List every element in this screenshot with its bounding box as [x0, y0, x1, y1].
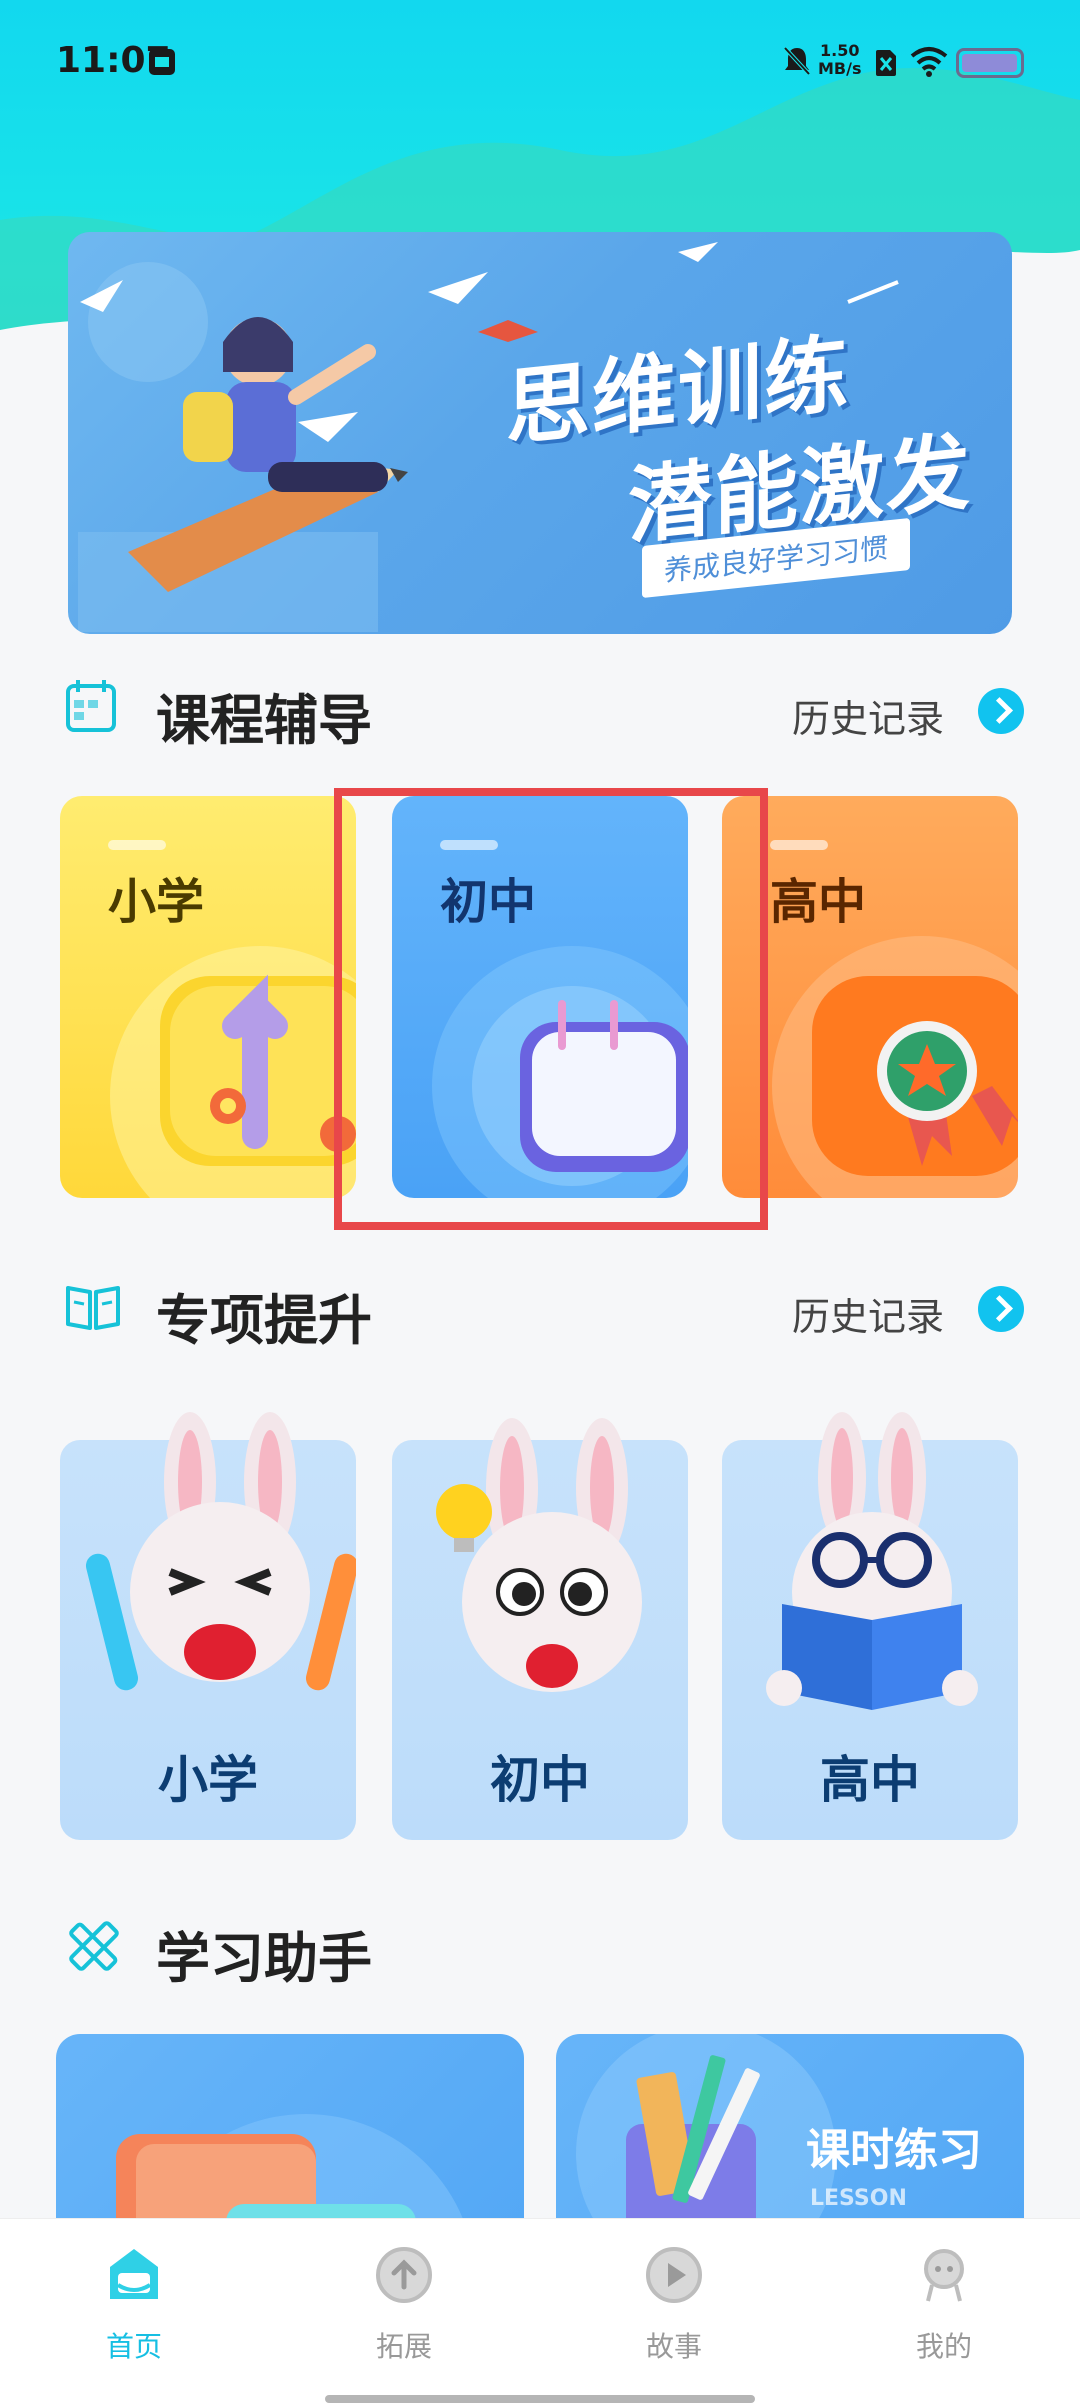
special-card-primary[interactable]: 小学 — [60, 1412, 356, 1840]
laughing-rabbit-icon — [85, 1412, 356, 1691]
assistant-section-title: 学习助手 — [156, 1927, 372, 1990]
network-speed: 1.50 MB/s — [818, 42, 861, 78]
growth-arrow-icon — [110, 946, 356, 1198]
tab-profile[interactable]: 我的 — [844, 2245, 1044, 2365]
special-card-label: 高中 — [820, 1751, 920, 1809]
course-history-arrow-icon[interactable] — [978, 688, 1024, 734]
special-section-title: 专项提升 — [156, 1289, 372, 1352]
special-card-label: 初中 — [490, 1751, 590, 1809]
calendar-book-icon — [66, 680, 116, 732]
assistant-card-subtitle: LESSON — [810, 2186, 907, 2211]
promo-banner[interactable]: 思维训练 潜能激发 养成良好学习习惯 — [68, 232, 1012, 634]
special-card-high[interactable]: 高中 — [722, 1412, 1018, 1840]
bottom-tab-bar: 首页 拓展 故事 我的 — [0, 2218, 1080, 2408]
special-history-link[interactable]: 历史记录 — [792, 1286, 944, 1341]
network-speed-unit: MB/s — [818, 59, 862, 78]
pencil-ruler-icon — [69, 1921, 119, 1971]
mute-bell-icon — [783, 46, 811, 76]
course-section-title: 课程辅导 — [156, 689, 372, 752]
special-history-arrow-icon[interactable] — [978, 1286, 1024, 1332]
status-bar: 11:07 1.50 MB/s — [0, 0, 1080, 124]
wifi-icon — [910, 47, 948, 77]
assistant-card-title: 课时练习 — [806, 2125, 982, 2176]
special-card-label: 小学 — [158, 1751, 258, 1809]
reading-rabbit-icon — [766, 1412, 978, 1710]
tab-expand[interactable]: 拓展 — [304, 2245, 504, 2365]
network-speed-value: 1.50 — [820, 41, 860, 60]
tab-label: 我的 — [915, 2330, 972, 2363]
sim-off-icon — [876, 50, 896, 76]
tab-story[interactable]: 故事 — [574, 2245, 774, 2365]
course-history-link[interactable]: 历史记录 — [792, 688, 944, 743]
tab-label: 首页 — [105, 2330, 162, 2363]
battery-icon — [956, 48, 1024, 78]
course-card-primary[interactable]: 小学 — [60, 796, 356, 1198]
open-book-icon — [66, 1286, 120, 1330]
tab-label: 拓展 — [375, 2330, 432, 2363]
home-indicator[interactable] — [325, 2395, 755, 2403]
expand-icon — [376, 2247, 432, 2303]
calendar-notification-icon — [149, 49, 175, 75]
tab-label: 故事 — [645, 2330, 702, 2363]
profile-icon — [924, 2249, 964, 2302]
story-play-icon — [646, 2247, 702, 2303]
tab-home[interactable]: 首页 — [34, 2245, 234, 2365]
home-icon — [110, 2249, 158, 2299]
special-card-middle[interactable]: 初中 — [392, 1418, 688, 1840]
selection-highlight-box — [334, 788, 768, 1230]
thinking-rabbit-icon — [436, 1418, 642, 1692]
